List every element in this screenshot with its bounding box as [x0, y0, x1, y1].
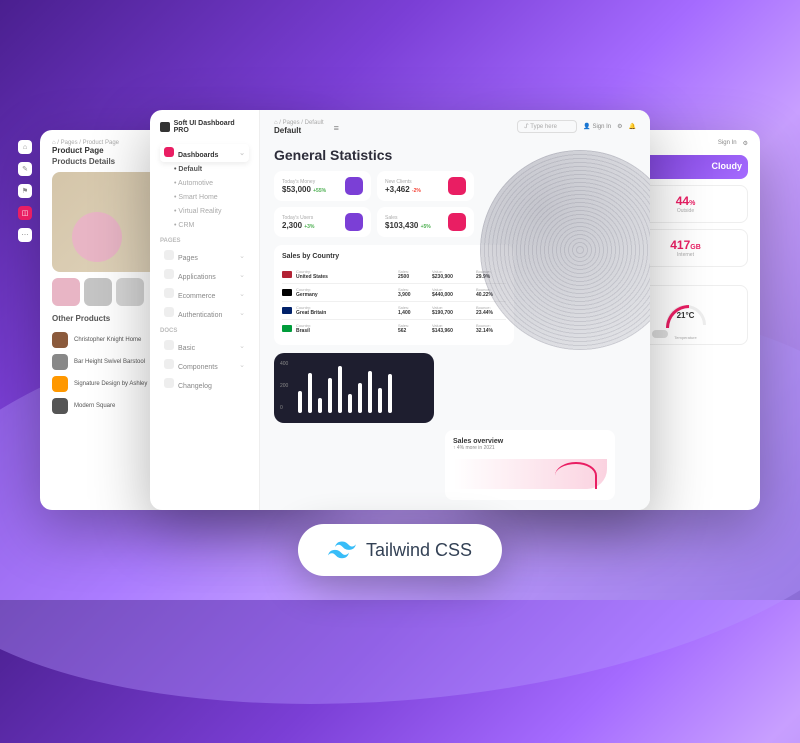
- overview-title: Sales overview: [453, 438, 607, 445]
- rail-icon[interactable]: ⋯: [18, 228, 32, 242]
- flag-icon: [282, 307, 292, 314]
- nav-changelog[interactable]: Changelog: [160, 375, 249, 393]
- chart-bar: [368, 371, 372, 414]
- swatch[interactable]: [52, 278, 80, 306]
- flag-icon: [282, 289, 292, 296]
- table-row: Country:United States Sales:2500 Value:$…: [282, 266, 506, 283]
- stat-icon: [448, 213, 466, 231]
- flag-icon: [282, 271, 292, 278]
- toggle[interactable]: [652, 330, 668, 338]
- nav-sub-item[interactable]: • CRM: [160, 219, 249, 232]
- thumb: [52, 332, 68, 348]
- overview-subtitle: ↑ 4% more in 2021: [453, 445, 607, 451]
- breadcrumb-title: Default: [274, 126, 324, 135]
- chart-bar: [308, 373, 312, 413]
- nav-authentication[interactable]: Authentication⌄: [160, 304, 249, 322]
- left-icon-rail: ⌂ ✎ ⚑ ◫ ⋯: [18, 140, 32, 242]
- rail-icon[interactable]: ⚑: [18, 184, 32, 198]
- chevron-down-icon: ⌄: [239, 252, 245, 260]
- nav-section-docs: DOCS: [160, 328, 249, 334]
- chart-bar: [318, 398, 322, 413]
- chart-bar: [378, 388, 382, 413]
- swatch[interactable]: [84, 278, 112, 306]
- chart-bar: [298, 391, 302, 414]
- chart-bar: [358, 383, 362, 413]
- table-row: Country:Great Britain Sales:1,400 Value:…: [282, 301, 506, 319]
- search-input[interactable]: ᔑ Type here: [517, 120, 577, 133]
- signin-link[interactable]: Sign In: [718, 140, 737, 147]
- dashboard-main: Soft UI Dashboard PRO Dashboards⌄ • Defa…: [150, 110, 650, 510]
- line-chart: [453, 459, 607, 489]
- stat-icon: [448, 177, 466, 195]
- cart-icon: [164, 288, 174, 298]
- brand: Soft UI Dashboard PRO: [160, 120, 249, 134]
- chart-bar: [328, 378, 332, 413]
- chart-bar: [348, 394, 352, 413]
- nav-sub-item[interactable]: • Virtual Reality: [160, 205, 249, 218]
- nav-section-pages: PAGES: [160, 238, 249, 244]
- swatch[interactable]: [116, 278, 144, 306]
- pages-icon: [164, 250, 174, 260]
- nav-ecommerce[interactable]: Ecommerce⌄: [160, 285, 249, 303]
- stat-card: Today's Money$53,000 +55%: [274, 171, 371, 201]
- rail-icon[interactable]: ⌂: [18, 140, 32, 154]
- thumb: [52, 354, 68, 370]
- tailwind-badge: Tailwind CSS: [298, 524, 502, 576]
- sales-by-country-table: Sales by Country Country:United States S…: [274, 245, 514, 345]
- dashboard-icon: [164, 147, 174, 157]
- chart-bar: [388, 374, 392, 413]
- bell-icon[interactable]: 🔔: [629, 123, 636, 130]
- nav-basic[interactable]: Basic⌄: [160, 337, 249, 355]
- brand-icon: [160, 122, 170, 132]
- apps-icon: [164, 269, 174, 279]
- stat-card: New Clients+3,462 -2%: [377, 171, 474, 201]
- thumb: [52, 376, 68, 392]
- lock-icon: [164, 307, 174, 317]
- chart-bar: [338, 366, 342, 414]
- nav-sub-item[interactable]: • Automotive: [160, 177, 249, 190]
- thumb: [52, 398, 68, 414]
- signin-link[interactable]: 👤 Sign In: [583, 123, 611, 130]
- stat-card: Sales$103,430 +5%: [377, 207, 474, 237]
- main-content: ⌂ / Pages / Default Default ≡ ᔑ Type her…: [260, 110, 650, 510]
- stat-icon: [345, 213, 363, 231]
- table-title: Sales by Country: [282, 253, 506, 260]
- sales-overview-card: Sales overview ↑ 4% more in 2021: [445, 430, 615, 500]
- table-row: Country:Brasil Sales:562 Value:$143,960 …: [282, 319, 506, 337]
- nav-sub-item[interactable]: • Default: [160, 163, 249, 176]
- bar-chart: 4002000: [274, 353, 434, 423]
- table-row: Country:Germany Sales:3,900 Value:$440,0…: [282, 283, 506, 301]
- stat-icon: [345, 177, 363, 195]
- nav-pages[interactable]: Pages⌄: [160, 247, 249, 265]
- gear-icon[interactable]: ⚙: [617, 123, 622, 130]
- rail-icon[interactable]: ✎: [18, 162, 32, 176]
- nav-applications[interactable]: Applications⌄: [160, 266, 249, 284]
- nav-sub-item[interactable]: • Smart Home: [160, 191, 249, 204]
- sidebar: Soft UI Dashboard PRO Dashboards⌄ • Defa…: [150, 110, 260, 510]
- nav-dashboards[interactable]: Dashboards⌄: [160, 144, 249, 162]
- badge-label: Tailwind CSS: [366, 540, 472, 561]
- rail-icon-active[interactable]: ◫: [18, 206, 32, 220]
- gear-icon[interactable]: ⚙: [743, 140, 748, 147]
- tailwind-icon: [328, 536, 356, 564]
- chevron-down-icon: ⌄: [239, 149, 245, 157]
- flag-icon: [282, 325, 292, 332]
- menu-icon[interactable]: ≡: [334, 123, 339, 133]
- nav-components[interactable]: Components⌄: [160, 356, 249, 374]
- stat-card: Today's Users2,300 +3%: [274, 207, 371, 237]
